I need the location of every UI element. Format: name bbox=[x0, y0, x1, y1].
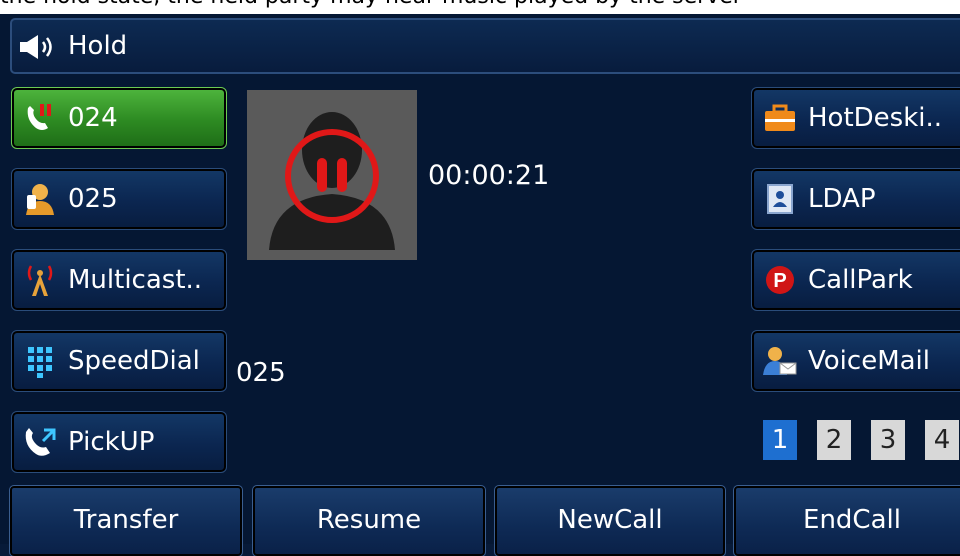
svg-text:P: P bbox=[773, 270, 786, 292]
line-key-multicast[interactable]: Multicast.. bbox=[11, 249, 227, 311]
feature-key-label: LDAP bbox=[808, 184, 876, 214]
feature-key-ldap[interactable]: LDAP bbox=[751, 168, 960, 230]
feature-key-label: HotDeski.. bbox=[808, 103, 943, 133]
remote-number: 025 bbox=[236, 358, 286, 388]
line-key-pickup[interactable]: PickUP bbox=[11, 411, 227, 473]
voicemail-icon bbox=[763, 347, 797, 375]
speaker-icon bbox=[20, 35, 52, 59]
line-key-label: SpeedDial bbox=[68, 346, 200, 376]
feature-key-label: VoiceMail bbox=[808, 346, 931, 376]
park-icon: P bbox=[766, 266, 794, 294]
line-key-speeddial[interactable]: SpeedDial bbox=[11, 330, 227, 392]
briefcase-icon bbox=[765, 104, 795, 131]
page-1-button[interactable]: 1 bbox=[763, 420, 797, 460]
page-4-button[interactable]: 4 bbox=[925, 420, 959, 460]
keypad-icon bbox=[28, 347, 52, 378]
page-2-button[interactable]: 2 bbox=[817, 420, 851, 460]
person-silhouette-icon bbox=[247, 90, 417, 260]
resume-softkey[interactable]: Resume bbox=[252, 485, 486, 556]
title-bar: Hold bbox=[10, 18, 960, 74]
feature-key-label: CallPark bbox=[808, 265, 913, 295]
page-3-button[interactable]: 3 bbox=[871, 420, 905, 460]
line-key-label: 024 bbox=[68, 103, 118, 133]
line-key-024[interactable]: 024 bbox=[11, 87, 227, 149]
caption-text: the hold state, the held party may hear … bbox=[0, 0, 742, 9]
feature-key-voicemail[interactable]: VoiceMail bbox=[751, 330, 960, 392]
line-key-025[interactable]: 025 bbox=[11, 168, 227, 230]
caller-avatar bbox=[247, 90, 417, 260]
phone-hold-icon bbox=[27, 104, 51, 130]
newcall-softkey[interactable]: NewCall bbox=[494, 485, 726, 556]
directory-icon bbox=[767, 184, 793, 214]
user-contact-icon bbox=[26, 184, 54, 215]
page-indicator: 1 2 3 4 bbox=[763, 420, 960, 460]
page-title: Hold bbox=[68, 31, 128, 61]
line-key-label: 025 bbox=[68, 184, 118, 214]
feature-key-callpark[interactable]: P CallPark bbox=[751, 249, 960, 311]
line-key-label: PickUP bbox=[68, 427, 155, 457]
phone-pickup-icon bbox=[25, 428, 56, 456]
antenna-icon bbox=[27, 265, 53, 296]
endcall-softkey[interactable]: EndCall bbox=[733, 485, 960, 556]
top-caption-strip: the hold state, the held party may hear … bbox=[0, 0, 960, 14]
feature-key-hotdesking[interactable]: HotDeski.. bbox=[751, 87, 960, 149]
call-timer: 00:00:21 bbox=[428, 160, 550, 191]
line-key-label: Multicast.. bbox=[68, 265, 203, 295]
transfer-softkey[interactable]: Transfer bbox=[9, 485, 243, 556]
